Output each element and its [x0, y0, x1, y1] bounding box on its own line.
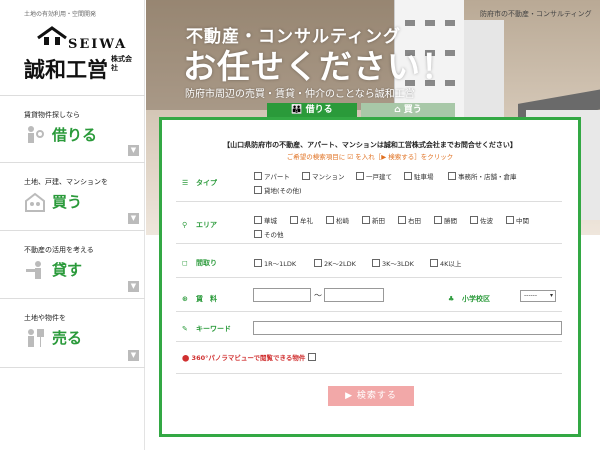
tab-rent[interactable]: 👪 借りる	[267, 103, 357, 117]
sidebar-item-lend[interactable]: 不動産の活用を考える 貸す ▼	[0, 230, 145, 298]
sidebar-item-sub: 土地、戸建、マンションを	[24, 178, 108, 186]
tagline: 土地の有効利用・空間開発	[24, 11, 97, 18]
search-form: 【山口県防府市の不動産、アパート、マンションは誠和工営株式会社までお問合せくださ…	[159, 117, 581, 437]
logo-kaisha: 株式会社	[111, 55, 132, 72]
type-row: ☰ タイプ アパート マンション 一戸建て 駐車場 事務所・店舗・倉庫 貸地(その…	[176, 164, 562, 202]
chevron-down-icon[interactable]: ▼	[128, 281, 139, 292]
form-hint: ご希望の検索項目に ☑ を入れ［▶ 検索する］をクリック	[286, 153, 454, 161]
panorama-checkbox[interactable]	[307, 353, 316, 361]
chevron-down-icon[interactable]: ▼	[128, 213, 139, 224]
rent-label: ⊛ 賃 料	[182, 295, 217, 303]
list-icon: ☰	[182, 179, 189, 187]
map-pin-icon: ⚲	[182, 221, 188, 229]
panorama-icon: ⬤	[182, 354, 190, 362]
area-checkbox-shinden[interactable]: 新田	[362, 215, 385, 225]
layout-label: ◻ 間取り	[182, 259, 217, 267]
hero-headline: お任せください！	[183, 47, 455, 86]
people-icon: 👪	[291, 105, 303, 115]
area-checkbox-hanagi[interactable]: 華城	[254, 215, 277, 225]
layout-row: ◻ 間取り 1R〜1LDK 2K〜2LDK 3K〜3LDK 4K以上	[176, 244, 562, 278]
school-select[interactable]: ------ ▾	[520, 290, 556, 302]
tree-icon: ♣	[448, 295, 455, 303]
chevron-down-icon: ▾	[549, 292, 553, 299]
yen-icon: ⊛	[182, 295, 188, 303]
area-checkbox-other[interactable]: その他	[254, 229, 284, 239]
keyword-row: ✎ キーワード	[176, 312, 562, 342]
hero-subtitle: 防府市周辺の売買・賃貸・仲介のことなら誠和工営	[185, 89, 415, 100]
rent-row: ⊛ 賃 料 〜 ♣ 小学校区 ------ ▾	[176, 278, 562, 312]
sidebar-item-label: 貸す	[52, 261, 83, 279]
form-intro: 【山口県防府市の不動産、アパート、マンションは誠和工営株式会社までお問合せくださ…	[223, 141, 517, 149]
sidebar-item-label: 買う	[52, 193, 83, 211]
type-checkbox-parking[interactable]: 駐車場	[404, 171, 434, 181]
layout-checkbox-4k[interactable]: 4K以上	[430, 258, 461, 268]
sidebar-item-label: 借りる	[52, 126, 98, 144]
sidebar-item-label: 売る	[52, 329, 83, 347]
panorama-option[interactable]: ⬤ 360°パノラマビューで閲覧できる物件	[182, 352, 316, 362]
type-checkbox-house[interactable]: 一戸建て	[356, 171, 392, 181]
panorama-row: ⬤ 360°パノラマビューで閲覧できる物件	[176, 342, 562, 374]
family-icon	[24, 191, 46, 213]
sidebar-item-sell[interactable]: 土地や物件を 売る ▼	[0, 298, 145, 368]
type-label: ☰ タイプ	[182, 179, 217, 187]
area-label: ⚲ エリア	[182, 221, 217, 229]
area-checkbox-matsuzaki[interactable]: 松崎	[326, 215, 349, 225]
type-checkbox-office[interactable]: 事務所・店舗・倉庫	[448, 171, 517, 181]
logo-jp: 誠和工営	[24, 58, 108, 82]
sidebar-item-sub: 不動産の活用を考える	[24, 246, 94, 254]
rent-max-input[interactable]	[324, 288, 384, 302]
person-sign-icon	[24, 327, 46, 349]
keyword-input[interactable]	[253, 321, 562, 335]
tab-buy[interactable]: ⌂ 買う	[361, 103, 455, 117]
sidebar-item-buy[interactable]: 土地、戸建、マンションを 買う ▼	[0, 162, 145, 230]
hero-note: 防府市の不動産・コンサルティング	[480, 10, 592, 18]
type-checkbox-apartment[interactable]: アパート	[254, 171, 290, 181]
house-icon: ⌂	[394, 105, 401, 115]
person-key-icon	[24, 124, 46, 146]
sidebar-item-sub: 土地や物件を	[24, 314, 66, 322]
tab-label: 買う	[403, 105, 422, 115]
area-checkbox-migita[interactable]: 右田	[398, 215, 421, 225]
type-checkbox-mansion[interactable]: マンション	[302, 171, 345, 181]
roof-logo-icon	[37, 26, 67, 45]
layout-checkbox-2k[interactable]: 2K〜2LDK	[314, 258, 356, 268]
layout-checkbox-3k[interactable]: 3K〜3LDK	[372, 258, 414, 268]
keyword-label: ✎ キーワード	[182, 325, 231, 333]
search-button[interactable]: ▶ 検索する	[328, 386, 414, 406]
floorplan-icon: ◻	[182, 259, 188, 267]
rent-min-input[interactable]	[253, 288, 311, 302]
type-checkbox-land[interactable]: 貸地(その他)	[254, 185, 302, 195]
school-label: ♣ 小学校区	[448, 295, 490, 303]
area-checkbox-nakanoseki[interactable]: 中関	[506, 215, 529, 225]
rent-separator: 〜	[314, 291, 322, 300]
layout-checkbox-1r[interactable]: 1R〜1LDK	[254, 258, 296, 268]
area-checkbox-saba[interactable]: 佐波	[470, 215, 493, 225]
logo-en: SEIWA	[68, 37, 128, 52]
pencil-icon: ✎	[182, 325, 188, 333]
area-checkbox-mure[interactable]: 牟礼	[290, 215, 313, 225]
chevron-down-icon[interactable]: ▼	[128, 145, 139, 156]
area-row: ⚲ エリア 華城 牟礼 松崎 新田 右田 勝間 佐波 中関 その他	[176, 202, 562, 244]
sidebar-item-rent[interactable]: 賃貸物件探しなら 借りる ▼	[0, 95, 145, 162]
person-lend-icon	[24, 259, 46, 281]
sidebar: 土地の有効利用・空間開発 SEIWA 誠和工営 株式会社 賃貸物件探しなら 借り…	[0, 0, 145, 450]
logo[interactable]: SEIWA 誠和工営 株式会社	[24, 24, 134, 82]
area-checkbox-katsuma[interactable]: 勝間	[434, 215, 457, 225]
tab-label: 借りる	[305, 105, 333, 115]
chevron-down-icon[interactable]: ▼	[128, 350, 139, 361]
sidebar-item-sub: 賃貸物件探しなら	[24, 111, 80, 119]
